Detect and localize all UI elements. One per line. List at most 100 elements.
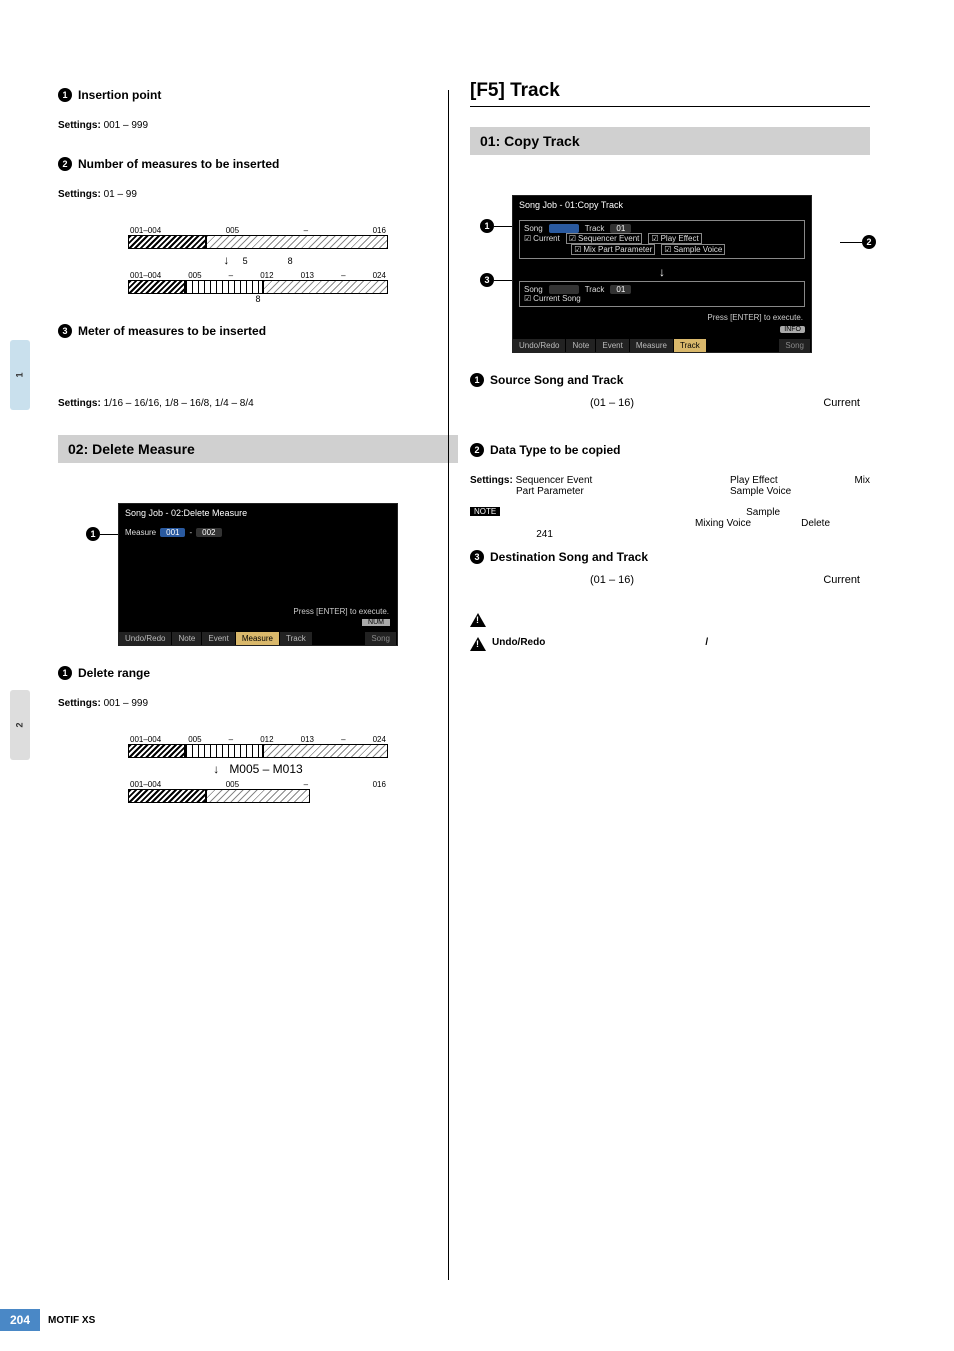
settings-value: Sample Voice [730,486,870,497]
lcd-checkbox[interactable]: Sample Voice [661,244,725,255]
settings-row: Settings: 01 – 99 [58,189,458,200]
lcd-label: Track [585,224,605,233]
bullet-3: 3 [470,550,484,564]
dia-label: 001–004 [130,271,161,280]
dia-label: 024 [373,271,386,280]
dia-label: – [229,271,233,280]
note-text: Delete [801,518,830,529]
lcd-tabs: Undo/Redo Note Event Measure Track Song [119,632,397,645]
lcd-value[interactable] [549,285,579,294]
lcd-value[interactable] [549,224,579,233]
param-title: Data Type to be copied [490,443,620,457]
side-tab-1: 1 [10,340,30,410]
callout-1: 1 [86,527,100,541]
settings-label: Settings: [58,698,101,709]
param-detail: (01 – 16) Current [470,572,870,590]
dia-num: 5 [243,256,248,266]
lcd-value[interactable]: 01 [610,224,631,233]
dia-label: – [341,735,345,744]
lcd-tab-track[interactable]: Track [280,632,313,645]
caution-row-1 [470,613,870,627]
lcd-value[interactable]: 01 [610,285,631,294]
lcd-tab-song[interactable]: Song [365,632,397,645]
lcd-checkbox[interactable]: Mix Part Parameter [571,244,655,255]
lcd-value[interactable]: 001 [160,528,185,537]
settings-value: 001 – 999 [104,120,149,131]
lcd-tab-undo[interactable]: Undo/Redo [513,339,566,352]
lcd-label: Song [524,224,543,233]
h1-text: [F5] Track [470,80,870,102]
settings-value: 1/16 – 16/16, 1/8 – 16/8, 1/4 – 8/4 [104,398,254,409]
param-delete-range: 1 Delete range [58,666,458,680]
lcd-hint: Press [ENTER] to execute. [519,313,805,322]
param-num-measures: 2 Number of measures to be inserted [58,157,458,171]
lcd-num-badge: NUM [362,619,391,626]
note-text: 241 [536,529,553,540]
lcd-checkbox[interactable]: Current Song [524,294,581,303]
lcd-title: Song Job - 01:Copy Track [513,196,811,214]
settings-label: Settings: [470,475,513,486]
param-title: Destination Song and Track [490,550,648,564]
note-text: Sample [746,507,780,518]
lcd-title: Song Job - 02:Delete Measure [119,504,397,522]
lcd-arrow-icon: ↓ [519,265,805,279]
param-datatype: 2 Data Type to be copied [470,443,870,457]
lcd-info-badge[interactable]: INFO [780,326,805,333]
dia-mid: M005 – M013 [229,762,302,776]
dia-label: 005 [188,271,201,280]
lcd-checkbox[interactable]: Sequencer Event [566,233,643,244]
dia-bar [206,235,388,249]
param-title: Number of measures to be inserted [78,157,279,171]
dia-bar [128,235,206,249]
dia-bar [128,280,185,294]
heading-copy-track: 01: Copy Track [470,127,870,155]
dia-label: 001–004 [130,735,161,744]
heading-f5-track: [F5] Track [470,80,870,107]
lcd-checkbox[interactable]: Play Effect [648,233,701,244]
page-footer: 204 MOTIF XS [0,1309,95,1331]
lcd-tab-measure[interactable]: Measure [630,339,674,352]
callout-1: 1 [480,219,494,233]
right-text: Current [823,395,860,413]
dia-label: 005 [226,226,239,235]
dia-label: – [304,780,308,789]
lcd-checkbox[interactable]: Current [524,234,560,243]
warning-icon [470,613,486,627]
param-title: Meter of measures to be inserted [78,324,266,338]
dia-num: 8 [288,256,293,266]
settings-row: Settings: Sequencer Event Play Effect Mi… [470,475,870,497]
lcd-tab-event[interactable]: Event [596,339,629,352]
lcd-value[interactable]: 002 [196,528,221,537]
range-text: (01 – 16) [590,572,634,590]
lcd-tab-measure[interactable]: Measure [236,632,280,645]
dia-label: 016 [373,226,386,235]
callout-2: 2 [862,235,876,249]
dia-label: – [229,735,233,744]
dia-bar [206,789,310,803]
param-detail: (01 – 16) Current [470,395,870,413]
dia-bar [263,280,388,294]
settings-label: Settings: [58,120,101,131]
range-text: (01 – 16) [590,395,634,413]
lcd-tab-song[interactable]: Song [779,339,811,352]
heading-delete-measure: 02: Delete Measure [58,435,458,463]
lcd-tab-undo[interactable]: Undo/Redo [119,632,172,645]
right-text: Current [823,572,860,590]
lcd-hint: Press [ENTER] to execute. [125,607,391,616]
param-title: Delete range [78,666,150,680]
right-column: [F5] Track 01: Copy Track 1 2 3 Song Job… [470,80,870,661]
settings-value: Play Effect [730,475,778,486]
settings-row: Settings: 1/16 – 16/16, 1/8 – 16/8, 1/4 … [58,398,458,409]
lcd-tab-note[interactable]: Note [172,632,202,645]
bullet-3: 3 [58,324,72,338]
delete-diagram: 001–004 005 – 012 013 – 024 ↓ M005 – M01… [128,735,388,803]
lcd-tab-note[interactable]: Note [566,339,596,352]
dia-num: 8 [128,294,388,304]
param-source: 1 Source Song and Track [470,373,870,387]
lcd-copy-track: 1 2 3 Song Job - 01:Copy Track Song Trac… [470,195,870,353]
lcd-tab-event[interactable]: Event [202,632,235,645]
settings-value: 01 – 99 [104,189,137,200]
dia-label: – [304,226,308,235]
settings-row: Settings: 001 – 999 [58,698,458,709]
lcd-tab-track[interactable]: Track [674,339,707,352]
